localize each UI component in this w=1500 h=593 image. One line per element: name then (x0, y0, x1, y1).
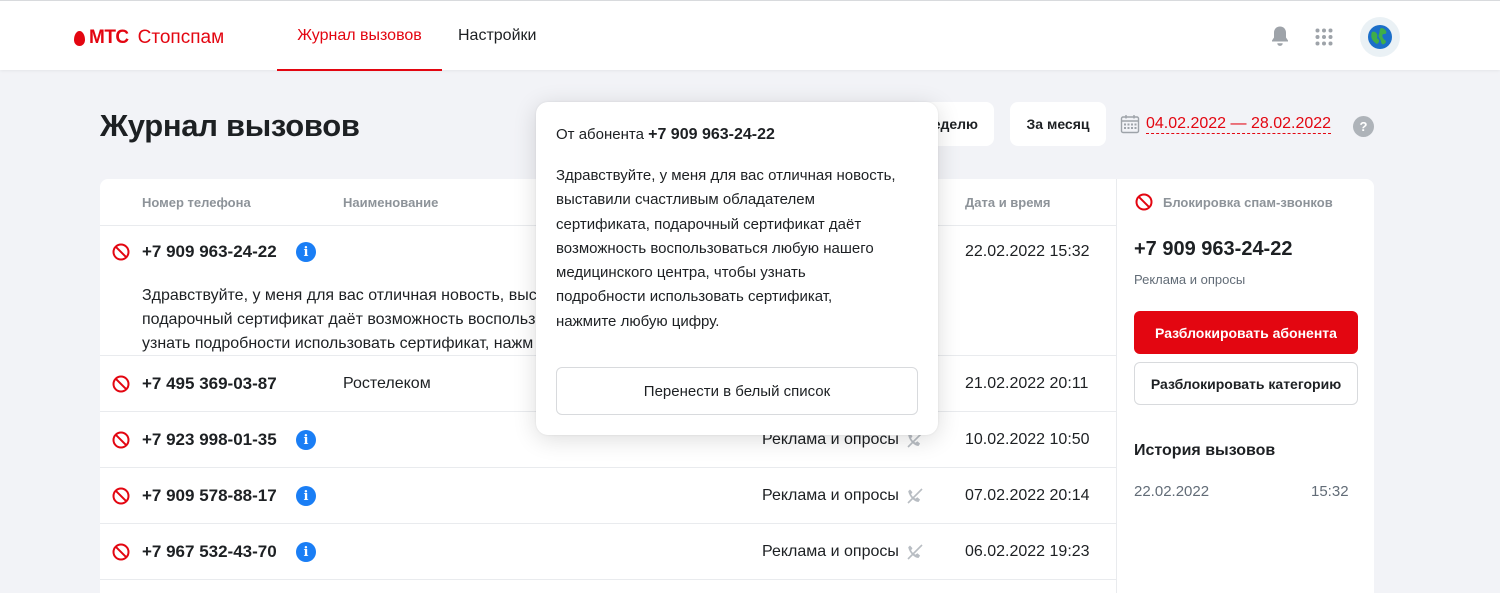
column-header-datetime: Дата и время (965, 195, 1051, 210)
nav-tab-settings[interactable]: Настройки (458, 1, 536, 71)
call-history-title: История вызовов (1134, 442, 1276, 459)
info-icon[interactable]: i (296, 486, 316, 506)
blocked-icon (112, 243, 130, 261)
transcript-line: Здравствуйте, у меня для вас отличная но… (142, 287, 542, 304)
panel-phone: +7 909 963-24-22 (1134, 238, 1293, 260)
row-datetime: 06.02.2022 19:23 (965, 543, 1090, 560)
table-row[interactable]: +7 909 578-88-17 i Реклама и опросы 07.0… (100, 468, 1116, 524)
popover-message-line: возможность воспользоваться любую нашего (556, 239, 874, 257)
blocked-icon (112, 543, 130, 561)
mts-egg-icon (74, 30, 85, 46)
bell-icon[interactable] (1270, 25, 1290, 52)
message-popover: От абонента +7 909 963-24-22 Здравствуйт… (536, 102, 938, 435)
info-icon[interactable]: i (296, 242, 316, 262)
page-title: Журнал вызовов (100, 108, 360, 143)
mts-logo[interactable]: МТС Стопспам (74, 27, 224, 49)
row-phone: +7 967 532-43-70 (142, 542, 277, 561)
call-history-time: 15:32 (1311, 483, 1349, 500)
logo-product: Стопспам (137, 27, 225, 48)
avatar[interactable] (1360, 17, 1400, 57)
popover-message: Здравствуйте, у меня для вас отличная но… (556, 164, 926, 334)
row-datetime: 07.02.2022 20:14 (965, 487, 1090, 504)
apps-grid-icon[interactable] (1315, 28, 1333, 51)
column-header-phone: Номер телефона (142, 195, 251, 210)
date-range-picker[interactable]: 04.02.2022 — 28.02.2022 (1120, 114, 1332, 134)
panel-heading-label: Блокировка спам-звонков (1163, 194, 1333, 210)
transcript-line: подарочный сертификат даёт возможность в… (142, 311, 536, 328)
date-range-text: 04.02.2022 — 28.02.2022 (1146, 114, 1332, 134)
blocked-icon (1135, 193, 1153, 211)
popover-message-line: медицинского центра, чтобы узнать (556, 264, 806, 282)
row-datetime: 22.02.2022 15:32 (965, 243, 1090, 260)
nav-tab-call-log[interactable]: Журнал вызовов (277, 1, 442, 71)
whitelist-button[interactable]: Перенести в белый список (556, 367, 918, 415)
popover-message-line: подробности использовать сертификат, (556, 288, 833, 306)
nav-tab-settings-label: Настройки (458, 27, 537, 44)
filter-month-label: За месяц (1026, 116, 1090, 132)
panel-category: Реклама и опросы (1134, 272, 1246, 287)
spam-call-icon (907, 488, 923, 504)
row-category: Реклама и опросы (762, 487, 899, 504)
row-category: Реклама и опросы (762, 543, 899, 560)
top-header: МТС Стопспам Журнал вызовов Настройки (0, 0, 1500, 71)
row-phone: +7 909 578-88-17 (142, 486, 277, 505)
call-history-date: 22.02.2022 (1134, 483, 1210, 500)
calendar-icon (1120, 115, 1140, 134)
popover-sender-label: От абонента (556, 126, 644, 143)
popover-message-line: сертификата, подарочный сертификат даёт (556, 215, 862, 233)
row-transcript: Здравствуйте, у меня для вас отличная но… (142, 284, 542, 356)
filter-month-button[interactable]: За месяц (1010, 102, 1106, 146)
row-phone: +7 923 998-01-35 (142, 430, 277, 449)
block-details-panel: Блокировка спам-звонков +7 909 963-24-22… (1116, 179, 1374, 593)
unblock-subscriber-button[interactable]: Разблокировать абонента (1134, 311, 1358, 354)
popover-message-line: выставили счастливым обладателем (556, 191, 815, 209)
popover-message-line: нажмите любую цифру. (556, 312, 720, 330)
help-icon[interactable]: ? (1353, 116, 1374, 137)
popover-sender: От абонента +7 909 963-24-22 (556, 126, 775, 144)
info-icon[interactable]: i (296, 542, 316, 562)
blocked-icon (112, 487, 130, 505)
info-icon[interactable]: i (296, 430, 316, 450)
blocked-icon (112, 431, 130, 449)
row-datetime: 10.02.2022 10:50 (965, 431, 1090, 448)
globe-avatar-icon (1368, 25, 1392, 49)
table-row[interactable]: +7 967 532-43-70 i Реклама и опросы 06.0… (100, 524, 1116, 580)
transcript-line: узнать подробности использовать сертифик… (142, 335, 534, 352)
row-phone: +7 909 963-24-22 (142, 242, 277, 261)
row-name: Ростелеком (343, 375, 431, 392)
panel-heading: Блокировка спам-звонков (1135, 193, 1333, 211)
logo-brand: МТС (89, 27, 129, 48)
column-header-name: Наименование (343, 195, 439, 210)
nav-tab-call-log-label: Журнал вызовов (297, 27, 422, 44)
spam-call-icon (907, 544, 923, 560)
row-datetime: 21.02.2022 20:11 (965, 375, 1089, 392)
popover-message-line: Здравствуйте, у меня для вас отличная но… (556, 167, 896, 184)
row-phone: +7 495 369-03-87 (142, 374, 277, 393)
unblock-category-button[interactable]: Разблокировать категорию (1134, 362, 1358, 405)
blocked-icon (112, 375, 130, 393)
popover-sender-phone: +7 909 963-24-22 (648, 126, 775, 143)
filter-week-label: еделю (932, 116, 978, 132)
